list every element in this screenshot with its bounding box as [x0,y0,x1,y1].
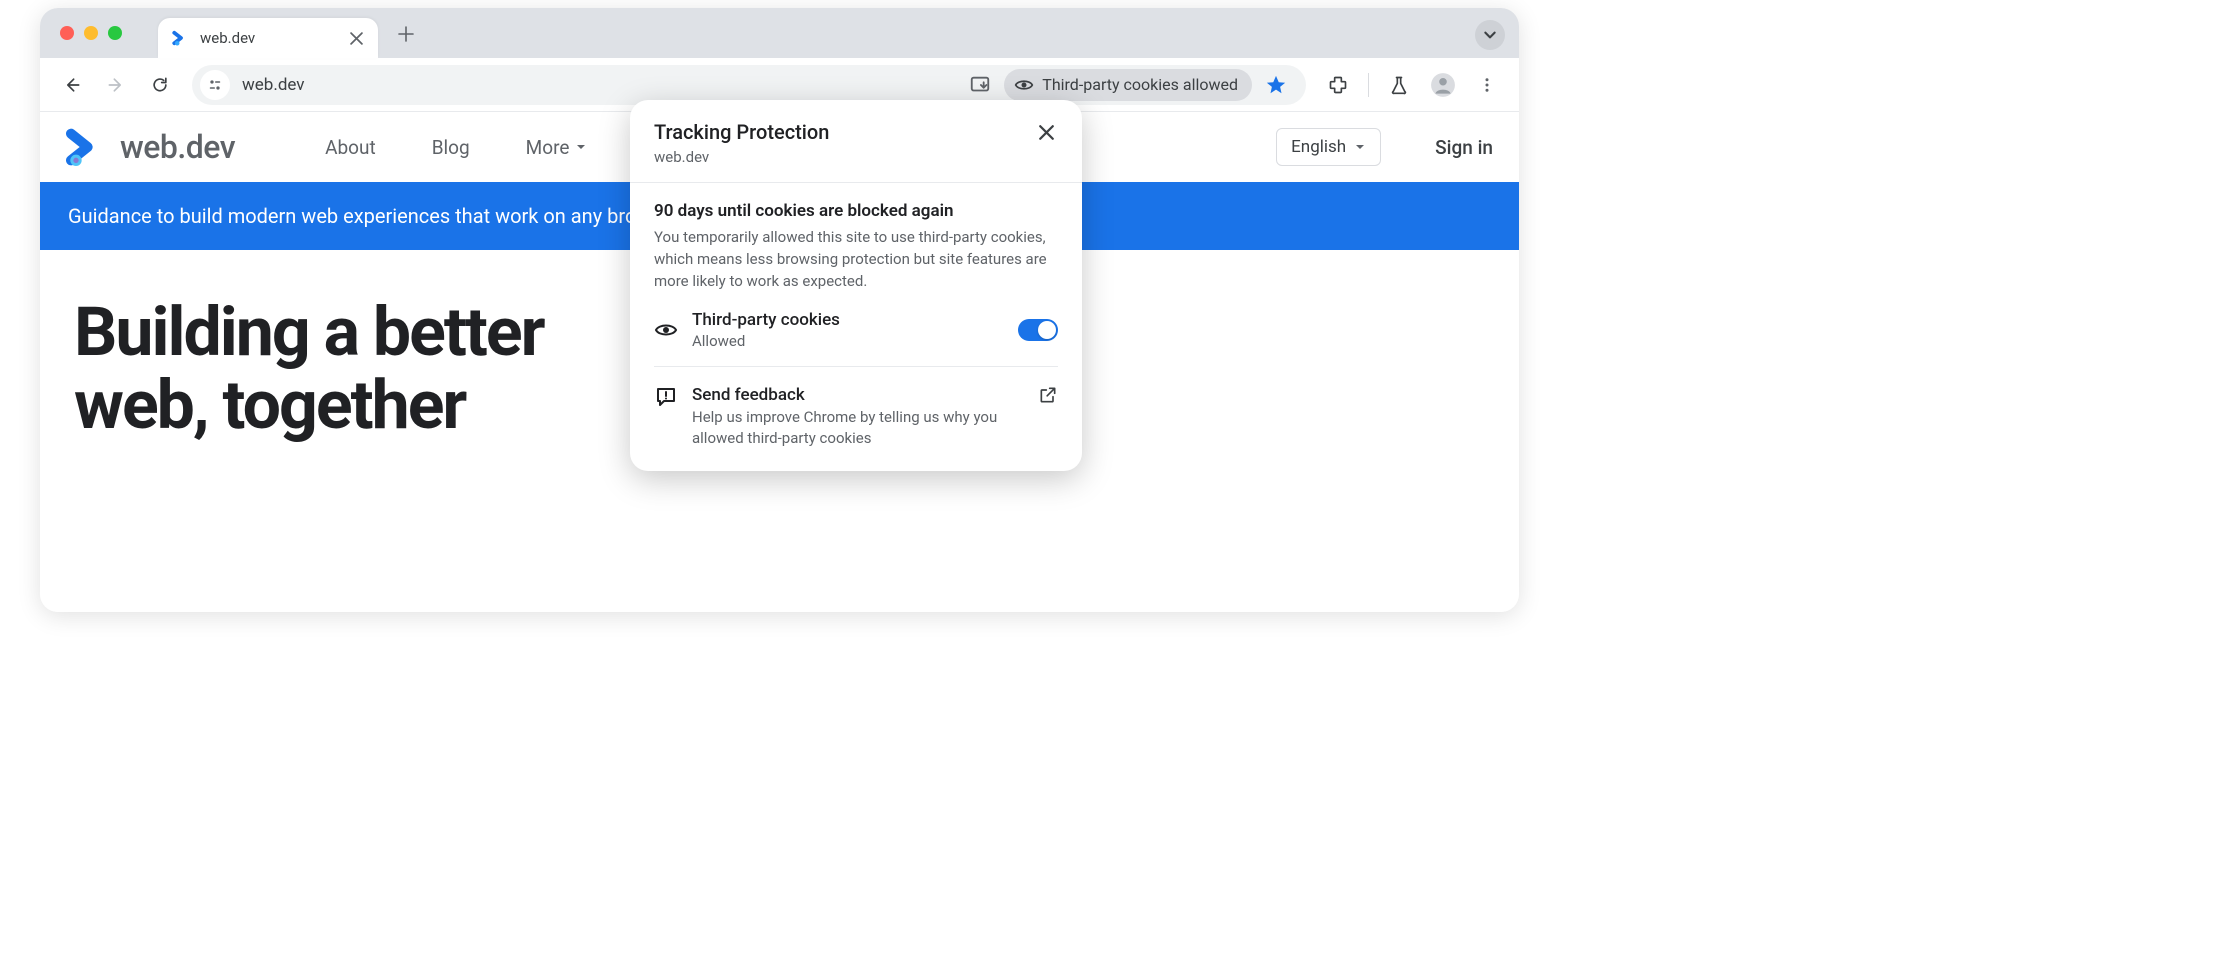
nav-more-label: More [526,136,570,159]
popover-title: Tracking Protection [654,120,1034,144]
signin-link[interactable]: Sign in [1435,136,1493,159]
eye-icon [654,318,678,342]
nav-more[interactable]: More [526,136,588,159]
feedback-icon [654,385,678,409]
tracking-protection-popover: Tracking Protection web.dev 90 days unti… [630,100,1082,471]
feedback-body: Help us improve Chrome by telling us why… [692,407,1024,449]
titlebar: web.dev [40,8,1519,58]
third-party-cookies-row: Third-party cookies Allowed [630,292,1082,366]
back-button[interactable] [54,67,90,103]
popover-body: 90 days until cookies are blocked again … [630,183,1082,292]
cookie-status: Allowed [692,332,840,350]
open-external-icon [1038,385,1058,405]
reload-button[interactable] [142,67,178,103]
url-text: web.dev [238,75,954,95]
feedback-title: Send feedback [692,385,1024,405]
send-feedback-row[interactable]: Send feedback Help us improve Chrome by … [630,367,1082,471]
nav-blog[interactable]: Blog [432,136,470,159]
countdown-body: You temporarily allowed this site to use… [654,227,1058,292]
webdev-logo-icon [66,127,106,167]
tab-close-button[interactable] [348,30,364,46]
labs-icon[interactable] [1381,67,1417,103]
address-bar[interactable]: web.dev Third-party cookies allowed [192,65,1306,105]
popover-close-button[interactable] [1034,120,1058,144]
cookies-status-pill[interactable]: Third-party cookies allowed [1004,69,1252,101]
language-label: English [1291,137,1346,157]
site-logo[interactable]: web.dev [66,127,235,167]
caret-down-icon [1354,141,1366,153]
forward-button[interactable] [98,67,134,103]
browser-tab[interactable]: web.dev [158,18,378,58]
browser-window: web.dev web.dev [40,8,1519,612]
toolbar-divider [1368,73,1369,97]
cookie-label: Third-party cookies [692,310,840,330]
tab-favicon-icon [172,29,190,47]
kebab-menu-icon[interactable] [1469,67,1505,103]
close-window-button[interactable] [60,26,74,40]
caret-down-icon [575,141,587,153]
install-app-icon[interactable] [962,67,998,103]
site-logo-text: web.dev [120,128,235,166]
tab-overflow-button[interactable] [1475,20,1505,50]
nav-about[interactable]: About [325,136,376,159]
address-bar-actions: Third-party cookies allowed [962,67,1300,103]
language-select[interactable]: English [1276,128,1381,166]
profile-avatar-icon[interactable] [1425,67,1461,103]
window-controls [60,26,122,40]
minimize-window-button[interactable] [84,26,98,40]
site-nav: About Blog More [325,136,587,159]
popover-site: web.dev [654,148,1034,166]
third-party-cookies-toggle[interactable] [1018,319,1058,341]
cookies-pill-label: Third-party cookies allowed [1042,75,1238,94]
tab-title: web.dev [200,29,338,47]
extensions-icon[interactable] [1320,67,1356,103]
new-tab-button[interactable] [392,20,420,48]
popover-header: Tracking Protection web.dev [630,100,1082,182]
site-settings-icon[interactable] [200,70,230,100]
bookmark-star-icon[interactable] [1258,67,1294,103]
maximize-window-button[interactable] [108,26,122,40]
countdown-title: 90 days until cookies are blocked again [654,201,1058,221]
eye-icon [1014,75,1034,95]
